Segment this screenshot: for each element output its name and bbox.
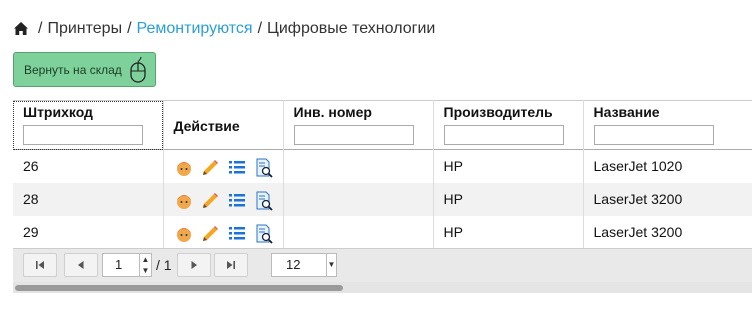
cell-actions bbox=[163, 215, 284, 249]
column-header-name[interactable]: Название bbox=[583, 100, 752, 150]
cell-barcode: 29 bbox=[13, 215, 164, 249]
prev-page-button[interactable] bbox=[64, 253, 98, 277]
cell-inv-number bbox=[283, 215, 434, 249]
barcode-filter-input[interactable] bbox=[23, 125, 143, 145]
pencil-icon[interactable] bbox=[200, 158, 220, 178]
document-search-icon[interactable] bbox=[254, 191, 274, 211]
document-search-icon[interactable] bbox=[254, 158, 274, 178]
cell-manufacturer: HP bbox=[433, 215, 584, 249]
breadcrumb-under-repair[interactable]: Ремонтируются bbox=[137, 20, 253, 38]
column-header-manufacturer[interactable]: Производитель bbox=[433, 100, 584, 150]
table-row[interactable]: 29 HP LaserJet 3200 bbox=[13, 215, 752, 249]
page-number-value: 1 bbox=[115, 257, 123, 272]
column-label-barcode: Штрихкод bbox=[23, 104, 93, 120]
cell-manufacturer: HP bbox=[433, 182, 584, 216]
breadcrumb-current: Цифровые технологии bbox=[267, 20, 436, 37]
column-header-action: Действие bbox=[163, 100, 284, 150]
manufacturer-filter-input[interactable] bbox=[443, 125, 564, 145]
column-label-manufacturer: Производитель bbox=[443, 104, 553, 120]
cell-name: LaserJet 3200 bbox=[583, 182, 752, 216]
breadcrumb-separator: / bbox=[257, 20, 263, 37]
return-button-label: Вернуть на склад bbox=[24, 62, 122, 77]
pencil-icon[interactable] bbox=[200, 191, 220, 211]
list-icon[interactable] bbox=[227, 191, 247, 211]
cell-barcode: 28 bbox=[13, 182, 164, 216]
cell-inv-number bbox=[283, 149, 434, 183]
scrollbar-thumb[interactable] bbox=[15, 285, 343, 291]
next-page-icon bbox=[191, 261, 197, 269]
cell-actions bbox=[163, 182, 284, 216]
cell-inv-number bbox=[283, 182, 434, 216]
spin-up-icon[interactable]: ▲ bbox=[140, 254, 151, 265]
pager: 1 ▲ ▼ / 1 12 ▼ bbox=[13, 248, 752, 282]
column-header-barcode[interactable]: Штрихкод bbox=[13, 100, 164, 150]
first-page-icon bbox=[36, 261, 44, 269]
pencil-icon[interactable] bbox=[200, 224, 220, 244]
user-icon[interactable] bbox=[174, 224, 194, 244]
cell-barcode: 26 bbox=[13, 149, 164, 183]
last-page-button[interactable] bbox=[214, 253, 248, 277]
page-size-value: 12 bbox=[286, 257, 301, 272]
cell-actions bbox=[163, 149, 284, 183]
cell-manufacturer: HP bbox=[433, 149, 584, 183]
prev-page-icon bbox=[78, 261, 84, 269]
page-spinner[interactable]: ▲ ▼ bbox=[139, 254, 151, 276]
first-page-button[interactable] bbox=[23, 253, 57, 277]
return-to-warehouse-button[interactable]: Вернуть на склад bbox=[13, 52, 156, 87]
page-number-input[interactable]: 1 ▲ ▼ bbox=[102, 253, 152, 277]
user-icon[interactable] bbox=[174, 191, 194, 211]
table-row[interactable]: 26 HP LaserJet 1020 bbox=[13, 149, 752, 183]
printers-table: Штрихкод Действие Инв. номер Производите… bbox=[13, 100, 752, 249]
next-page-button[interactable] bbox=[177, 253, 211, 277]
cell-name: LaserJet 1020 bbox=[583, 149, 752, 183]
mouse-icon bbox=[130, 56, 146, 83]
document-search-icon[interactable] bbox=[254, 224, 274, 244]
last-page-icon bbox=[227, 261, 235, 269]
name-filter-input[interactable] bbox=[593, 125, 714, 145]
column-header-inv-number[interactable]: Инв. номер bbox=[283, 100, 434, 150]
column-label-inv-number: Инв. номер bbox=[293, 104, 372, 120]
data-grid: Штрихкод Действие Инв. номер Производите… bbox=[13, 100, 752, 293]
breadcrumb-printers[interactable]: Принтеры bbox=[47, 20, 122, 38]
inv-number-filter-input[interactable] bbox=[293, 125, 414, 145]
breadcrumb: / Принтеры / Ремонтируются / Цифровые те… bbox=[13, 18, 435, 40]
breadcrumb-separator: / bbox=[127, 20, 132, 37]
table-header-row: Штрихкод Действие Инв. номер Производите… bbox=[13, 100, 752, 150]
home-icon[interactable] bbox=[13, 21, 29, 37]
column-label-action: Действие bbox=[173, 118, 240, 134]
horizontal-scrollbar[interactable] bbox=[13, 282, 752, 293]
dropdown-arrow-icon: ▼ bbox=[326, 254, 336, 276]
breadcrumb-separator: / bbox=[38, 20, 43, 37]
list-icon[interactable] bbox=[227, 158, 247, 178]
spin-down-icon[interactable]: ▼ bbox=[140, 265, 151, 276]
table-row[interactable]: 28 HP LaserJet 3200 bbox=[13, 182, 752, 216]
page-size-select[interactable]: 12 ▼ bbox=[271, 253, 337, 277]
user-icon[interactable] bbox=[174, 158, 194, 178]
column-label-name: Название bbox=[593, 104, 660, 120]
list-icon[interactable] bbox=[227, 224, 247, 244]
page-total: / 1 bbox=[156, 257, 172, 273]
cell-name: LaserJet 3200 bbox=[583, 215, 752, 249]
